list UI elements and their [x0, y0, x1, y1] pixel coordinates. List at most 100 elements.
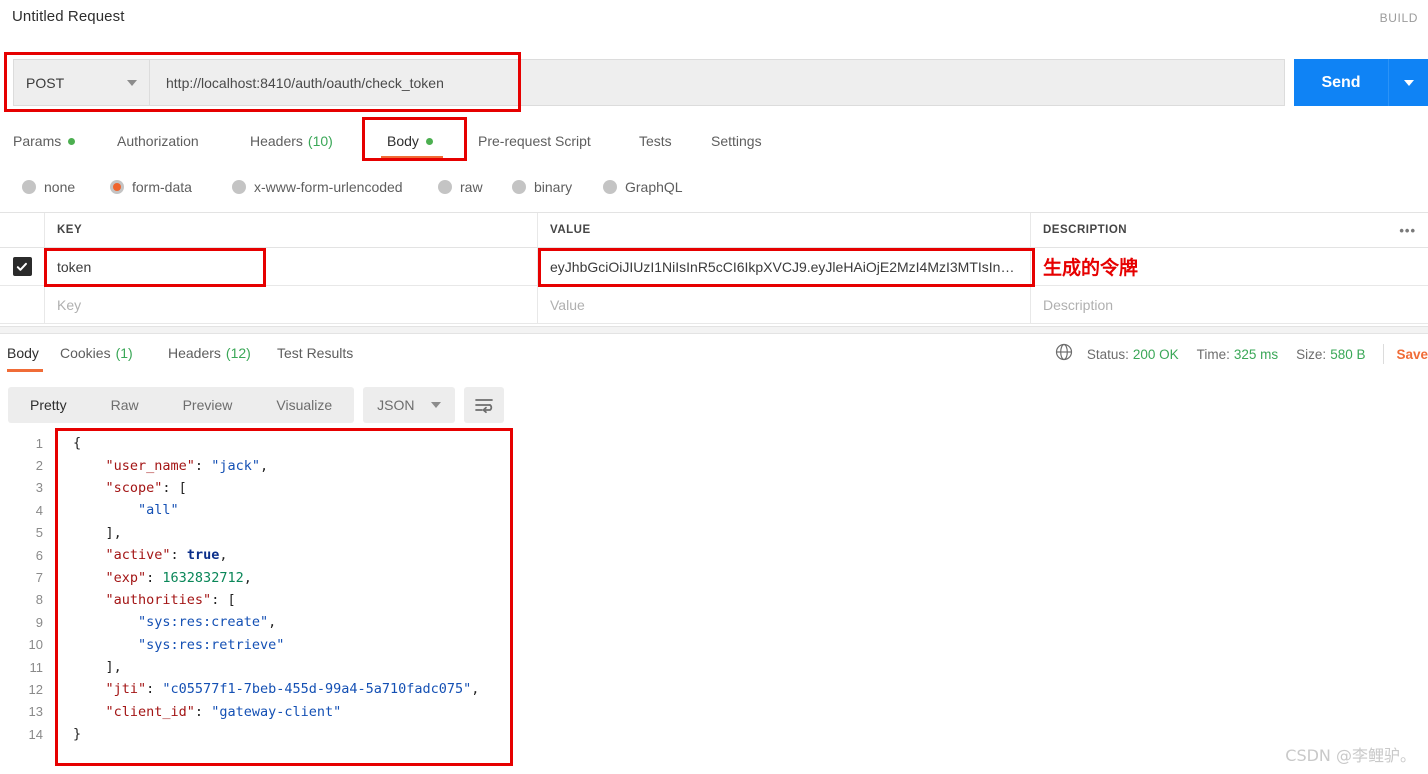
line-number: 8	[35, 592, 43, 608]
code-token: "gateway-client"	[211, 703, 342, 720]
placeholder-value-cell[interactable]: Value	[538, 286, 1031, 323]
code-line: 1{	[0, 432, 1428, 454]
line-content: "user_name": "jack",	[55, 457, 269, 474]
code-token: ,	[259, 457, 269, 474]
tab-headers[interactable]: Headers (10)	[250, 124, 333, 158]
status-label: Status:	[1086, 346, 1129, 362]
send-options-button[interactable]	[1388, 59, 1428, 106]
tab-body[interactable]: Body	[387, 124, 433, 158]
body-type-graphql[interactable]: GraphQL	[603, 174, 683, 200]
radio-icon	[603, 180, 617, 194]
body-type-label: x-www-form-urlencoded	[254, 179, 403, 195]
body-type-label: binary	[534, 179, 573, 195]
row-key-cell[interactable]: token	[45, 248, 538, 285]
active-response-tab-underline	[7, 369, 43, 372]
code-token: ,	[471, 681, 480, 698]
code-line: 7 "exp": 1632832712,	[0, 566, 1428, 588]
globe-icon[interactable]	[1055, 343, 1073, 366]
line-number: 14	[28, 726, 43, 742]
response-body-code[interactable]: 1{ 2 "user_name": "jack", 3 "scope": [ 4 "a…	[0, 432, 1428, 774]
body-type-binary[interactable]: binary	[512, 174, 572, 200]
tab-dot-icon	[68, 137, 76, 145]
body-type-form-data[interactable]: form-data	[110, 174, 192, 200]
code-token: "exp"	[105, 569, 147, 586]
line-number: 9	[35, 614, 43, 630]
tab-params[interactable]: Params	[13, 124, 76, 158]
url-bar: POST http://localhost:8410/auth/oauth/ch…	[0, 55, 1428, 110]
request-tabs: Params Authorization Headers (10) Body Pre-re…	[0, 124, 1428, 159]
radio-icon	[110, 180, 124, 194]
code-line: 5 ],	[0, 522, 1428, 544]
placeholder-key-text: Key	[57, 296, 82, 313]
row-checkbox[interactable]	[12, 257, 32, 276]
table-row-placeholder: Key Value Description	[0, 286, 1428, 324]
build-label[interactable]: BUILD	[1380, 11, 1418, 25]
view-mode-preview[interactable]: Preview	[161, 387, 255, 423]
body-type-none[interactable]: none	[22, 174, 75, 200]
code-token: :	[146, 569, 163, 586]
header-checkbox-cell	[0, 213, 45, 247]
tab-label: Tests	[639, 133, 672, 149]
method-selector[interactable]: POST	[13, 59, 149, 106]
tab-label: Params	[13, 133, 62, 149]
response-tab-body[interactable]: Body	[7, 340, 39, 366]
response-tab-cookies[interactable]: Cookies (1)	[60, 340, 133, 366]
url-input[interactable]: http://localhost:8410/auth/oauth/check_t…	[149, 59, 1285, 106]
tab-tests[interactable]: Tests	[639, 124, 672, 158]
size-value: 580 B	[1330, 346, 1366, 362]
tab-settings[interactable]: Settings	[711, 124, 762, 158]
code-line: 3 "scope": [	[0, 477, 1428, 499]
tab-authorization[interactable]: Authorization	[117, 124, 199, 158]
response-tab-headers[interactable]: Headers (12)	[168, 340, 251, 366]
code-token: :	[170, 547, 187, 564]
code-token: "user_name"	[105, 457, 195, 474]
placeholder-key-cell[interactable]: Key	[45, 286, 538, 323]
view-mode-visualize[interactable]: Visualize	[254, 387, 354, 423]
format-selector[interactable]: JSON	[363, 387, 455, 423]
line-content: "jti": "c05577f1-7beb-455d-99a4-5a710fad…	[55, 681, 480, 698]
row-value-cell[interactable]: eyJhbGciOiJIUzI1NiIsInR5cCI6IkpXVCJ9.eyJ…	[538, 248, 1031, 285]
save-response-button[interactable]: Save	[1396, 347, 1428, 362]
code-token: ],	[73, 659, 122, 676]
divider	[1383, 344, 1385, 364]
bulk-edit-icon[interactable]: •••	[1399, 223, 1416, 238]
placeholder-description-cell[interactable]: Description	[1031, 286, 1428, 323]
code-line: 12 "jti": "c05577f1-7beb-455d-99a4-5a710…	[0, 678, 1428, 700]
tab-label: Settings	[711, 133, 762, 149]
body-type-label: raw	[460, 179, 483, 195]
wrap-lines-button[interactable]	[463, 387, 504, 423]
form-data-table: KEY VALUE DESCRIPTION ••• token eyJhbGci…	[0, 212, 1428, 324]
code-token: ,	[219, 547, 228, 564]
code-line: 8 "authorities": [	[0, 589, 1428, 611]
line-content: "all"	[55, 502, 179, 518]
code-token: "authorities"	[105, 591, 212, 608]
row-description-cell[interactable]: 生成的令牌	[1031, 248, 1428, 285]
response-view-toolbar: Pretty Raw Preview Visualize JSON	[8, 387, 504, 423]
view-mode-raw[interactable]: Raw	[89, 387, 161, 423]
body-type-x-www-form-urlencoded[interactable]: x-www-form-urlencoded	[232, 174, 403, 200]
code-token: "scope"	[105, 479, 163, 496]
response-tab-test-results[interactable]: Test Results	[277, 340, 353, 366]
response-separator	[0, 326, 1428, 334]
table-header-row: KEY VALUE DESCRIPTION •••	[0, 212, 1428, 248]
send-button[interactable]: Send	[1294, 59, 1388, 106]
code-token: ,	[268, 614, 277, 631]
view-mode-pretty[interactable]: Pretty	[8, 387, 89, 423]
response-tab-label: Test Results	[277, 345, 354, 361]
line-number: 5	[35, 525, 43, 541]
tab-pre-request-script[interactable]: Pre-request Script	[478, 124, 591, 158]
line-number: 4	[35, 502, 43, 518]
code-token: :	[194, 703, 212, 720]
tab-count: (10)	[307, 133, 333, 149]
response-tab-label: Headers	[168, 345, 221, 361]
line-number: 7	[35, 570, 43, 586]
row-value-text: eyJhbGciOiJIUzI1NiIsInR5cCI6IkpXVCJ9.eyJ…	[550, 258, 1015, 275]
body-type-label: form-data	[132, 179, 192, 195]
line-number: 2	[35, 458, 43, 474]
body-type-raw[interactable]: raw	[438, 174, 483, 200]
code-token: "all"	[138, 502, 179, 519]
line-content: "sys:res:create",	[55, 614, 276, 630]
